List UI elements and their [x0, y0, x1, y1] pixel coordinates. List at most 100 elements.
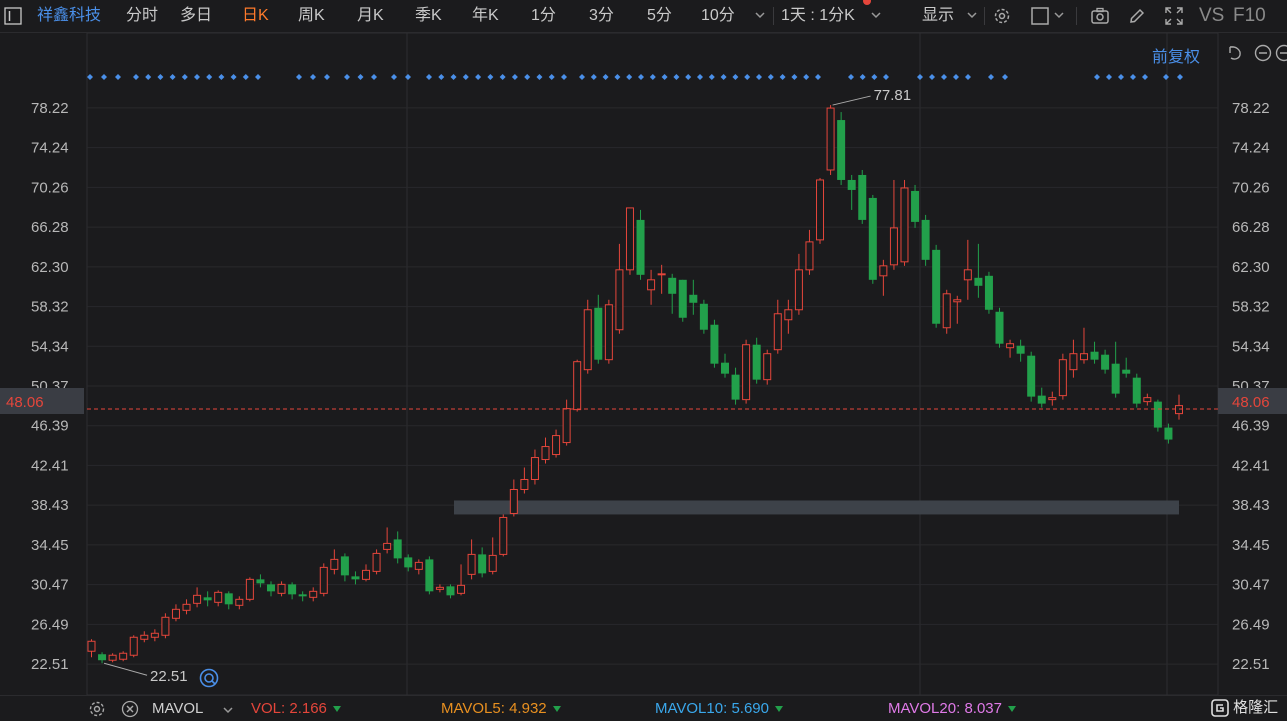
candle[interactable]: [563, 400, 570, 446]
event-marker-icon[interactable]: [638, 74, 644, 80]
tab-period-7[interactable]: 1分: [531, 5, 556, 27]
candle[interactable]: [1027, 352, 1035, 402]
event-marker-icon[interactable]: [965, 74, 971, 80]
candle[interactable]: [901, 180, 908, 266]
candle[interactable]: [320, 563, 327, 596]
candle[interactable]: [1091, 342, 1099, 364]
candle[interactable]: [911, 185, 919, 228]
candle[interactable]: [310, 587, 317, 601]
tab-period-1[interactable]: 多日: [180, 5, 212, 27]
candle[interactable]: [594, 295, 602, 364]
candle[interactable]: [130, 635, 137, 657]
tab-period-2[interactable]: 日K: [242, 5, 269, 27]
candle[interactable]: [848, 175, 856, 210]
candle[interactable]: [880, 260, 887, 296]
event-marker-icon[interactable]: [115, 74, 121, 80]
candle[interactable]: [404, 554, 412, 571]
event-marker-icon[interactable]: [650, 74, 656, 80]
candle[interactable]: [478, 547, 486, 577]
candle[interactable]: [954, 296, 961, 324]
event-marker-icon[interactable]: [296, 74, 302, 80]
candle[interactable]: [458, 564, 465, 595]
event-marker-icon[interactable]: [591, 74, 597, 80]
tab-period-9[interactable]: 5分: [647, 5, 672, 27]
event-marker-icon[interactable]: [561, 74, 567, 80]
f10-button[interactable]: F10: [1233, 5, 1266, 27]
candle[interactable]: [1154, 400, 1162, 432]
event-marker-icon[interactable]: [405, 74, 411, 80]
candle[interactable]: [985, 272, 993, 314]
candle[interactable]: [183, 599, 190, 614]
event-marker-icon[interactable]: [255, 74, 261, 80]
tab-period-6[interactable]: 年K: [472, 5, 499, 27]
candle[interactable]: [774, 300, 781, 354]
candle[interactable]: [120, 651, 127, 661]
candle[interactable]: [996, 308, 1004, 348]
display-button[interactable]: 显示: [922, 5, 954, 27]
candle[interactable]: [1070, 340, 1077, 378]
close-icon[interactable]: [121, 700, 139, 718]
event-marker-icon[interactable]: [848, 74, 854, 80]
candle[interactable]: [88, 639, 95, 657]
event-marker-icon[interactable]: [524, 74, 530, 80]
candle[interactable]: [668, 274, 676, 314]
event-marker-icon[interactable]: [87, 74, 93, 80]
event-marker-icon[interactable]: [371, 74, 377, 80]
event-marker-icon[interactable]: [1177, 74, 1183, 80]
event-marker-icon[interactable]: [1106, 74, 1112, 80]
candle[interactable]: [922, 215, 930, 266]
candle[interactable]: [341, 553, 349, 581]
event-marker-icon[interactable]: [791, 74, 797, 80]
event-marker-icon[interactable]: [917, 74, 923, 80]
event-marker-icon[interactable]: [475, 74, 481, 80]
event-marker-icon[interactable]: [426, 74, 432, 80]
event-marker-icon[interactable]: [709, 74, 715, 80]
event-marker-icon[interactable]: [768, 74, 774, 80]
event-marker-icon[interactable]: [358, 74, 364, 80]
q-marker-icon[interactable]: [201, 670, 218, 687]
candle[interactable]: [141, 631, 148, 642]
candle[interactable]: [384, 527, 391, 553]
event-marker-icon[interactable]: [391, 74, 397, 80]
candle[interactable]: [837, 112, 845, 185]
sidebar-toggle-icon[interactable]: [4, 7, 22, 25]
event-marker-icon[interactable]: [860, 74, 866, 80]
tab-period-8[interactable]: 3分: [589, 5, 614, 27]
chevron-down-icon[interactable]: [754, 9, 766, 21]
event-marker-icon[interactable]: [500, 74, 506, 80]
candle[interactable]: [425, 556, 433, 594]
event-marker-icon[interactable]: [218, 74, 224, 80]
tab-period-0[interactable]: 分时: [126, 5, 158, 27]
candle[interactable]: [605, 300, 612, 364]
chevron-down-icon[interactable]: [1053, 9, 1065, 21]
candle[interactable]: [817, 178, 824, 244]
candle[interactable]: [1176, 395, 1183, 420]
candle[interactable]: [225, 591, 233, 609]
gear-icon[interactable]: [88, 700, 106, 718]
candle[interactable]: [974, 244, 982, 298]
candle[interactable]: [256, 574, 264, 587]
event-marker-icon[interactable]: [662, 74, 668, 80]
event-marker-icon[interactable]: [603, 74, 609, 80]
event-marker-icon[interactable]: [626, 74, 632, 80]
candle[interactable]: [172, 604, 179, 621]
candle[interactable]: [373, 549, 380, 574]
candle[interactable]: [616, 244, 623, 334]
event-marker-icon[interactable]: [953, 74, 959, 80]
fullscreen-icon[interactable]: [1164, 6, 1184, 26]
candle[interactable]: [1133, 374, 1141, 408]
event-marker-icon[interactable]: [685, 74, 691, 80]
event-marker-icon[interactable]: [1163, 74, 1169, 80]
chevron-down-icon[interactable]: [870, 9, 882, 21]
candle[interactable]: [394, 531, 402, 563]
event-marker-icon[interactable]: [324, 74, 330, 80]
event-marker-icon[interactable]: [673, 74, 679, 80]
candle[interactable]: [151, 629, 158, 641]
event-marker-icon[interactable]: [1142, 74, 1148, 80]
candle[interactable]: [98, 652, 106, 663]
candle[interactable]: [637, 210, 645, 280]
candle[interactable]: [1101, 350, 1109, 374]
event-marker-icon[interactable]: [463, 74, 469, 80]
candle[interactable]: [109, 653, 116, 662]
candle[interactable]: [446, 584, 454, 598]
